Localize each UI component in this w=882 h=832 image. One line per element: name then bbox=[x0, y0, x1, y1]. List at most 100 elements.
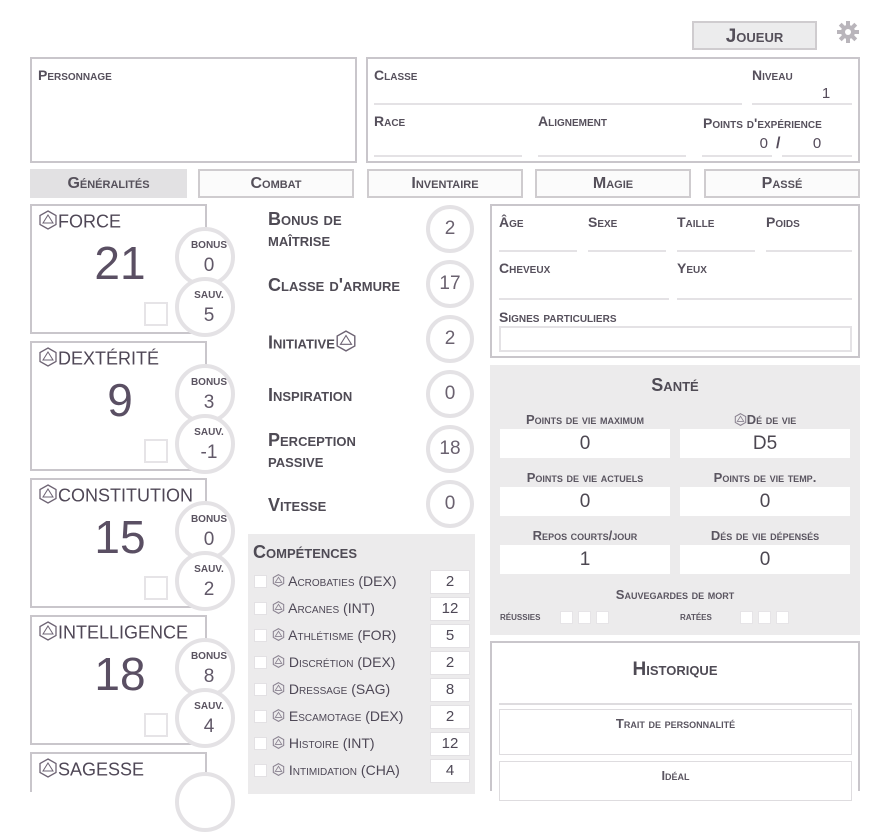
d20-icon[interactable] bbox=[272, 736, 285, 752]
xp-next-field[interactable]: 0 bbox=[782, 135, 852, 157]
d20-icon[interactable] bbox=[272, 655, 285, 671]
race-field[interactable] bbox=[374, 133, 522, 157]
skill-value[interactable]: 4 bbox=[430, 759, 470, 783]
d20-icon[interactable] bbox=[272, 709, 285, 725]
personnage-box[interactable]: Personnage bbox=[30, 57, 357, 163]
player-button[interactable]: Joueur bbox=[692, 21, 817, 50]
alignement-field[interactable] bbox=[538, 133, 686, 157]
ideal-label: Idéal bbox=[661, 768, 690, 783]
gear-icon[interactable] bbox=[836, 20, 860, 44]
niveau-field[interactable]: 1 bbox=[752, 85, 852, 105]
death-save-success-checkbox[interactable] bbox=[596, 611, 609, 624]
de-vie-field[interactable]: D5 bbox=[680, 429, 850, 458]
skill-proficiency-checkbox[interactable] bbox=[254, 737, 267, 750]
stat-circle-vitesse[interactable]: 0 bbox=[426, 480, 474, 528]
ability-score[interactable]: 21 bbox=[72, 236, 168, 290]
death-save-failure-checkbox[interactable] bbox=[740, 611, 753, 624]
skill-value[interactable]: 5 bbox=[430, 624, 470, 648]
stat-circle-inspiration[interactable]: 0 bbox=[426, 370, 474, 418]
skill-name: Intimidation (CHA) bbox=[272, 762, 400, 779]
xp-label: Points d'expérience bbox=[703, 115, 822, 131]
ability-score[interactable]: 18 bbox=[72, 647, 168, 701]
d20-icon[interactable] bbox=[734, 412, 747, 429]
yeux-field[interactable] bbox=[677, 278, 852, 300]
stat-label: Perception passive bbox=[268, 430, 356, 471]
skill-row: Intimidation (CHA) 4 bbox=[252, 758, 474, 784]
skill-value[interactable]: 8 bbox=[430, 678, 470, 702]
skill-value[interactable]: 2 bbox=[430, 705, 470, 729]
death-save-failure-checkbox[interactable] bbox=[758, 611, 771, 624]
ability-name: DEXTÉRITÉ bbox=[38, 347, 159, 372]
skill-proficiency-checkbox[interactable] bbox=[254, 764, 267, 777]
d20-icon[interactable] bbox=[272, 574, 285, 590]
tab-label: Passé bbox=[761, 174, 803, 192]
ability-proficiency-checkbox[interactable] bbox=[144, 302, 168, 326]
tab-passe[interactable]: Passé bbox=[704, 169, 860, 198]
tab-inventaire[interactable]: Inventaire bbox=[367, 169, 523, 198]
taille-field[interactable] bbox=[677, 232, 755, 252]
d20-icon[interactable] bbox=[272, 682, 285, 698]
skill-value[interactable]: 12 bbox=[430, 732, 470, 756]
des-depenses-field[interactable]: 0 bbox=[680, 545, 850, 574]
ability-proficiency-checkbox[interactable] bbox=[144, 713, 168, 737]
ideal-field[interactable]: Idéal bbox=[499, 761, 852, 801]
stat-value: 18 bbox=[439, 438, 461, 459]
cheveux-field[interactable] bbox=[499, 278, 669, 300]
classe-field[interactable] bbox=[374, 85, 742, 105]
trait-field[interactable]: Trait de personnalité bbox=[499, 709, 852, 755]
skill-value[interactable]: 12 bbox=[430, 597, 470, 621]
tab-combat[interactable]: Combat bbox=[198, 169, 354, 198]
bonus-circle[interactable] bbox=[175, 772, 235, 832]
ability-score[interactable]: 9 bbox=[72, 373, 168, 427]
skill-proficiency-checkbox[interactable] bbox=[254, 683, 267, 696]
player-button-label: Joueur bbox=[725, 26, 784, 47]
skill-proficiency-checkbox[interactable] bbox=[254, 575, 267, 588]
skill-proficiency-checkbox[interactable] bbox=[254, 710, 267, 723]
stat-value: 2 bbox=[444, 328, 456, 349]
d20-icon[interactable] bbox=[335, 330, 357, 357]
death-save-success-checkbox[interactable] bbox=[578, 611, 591, 624]
repos-field[interactable]: 1 bbox=[500, 545, 670, 574]
stat-value: 0 bbox=[444, 493, 456, 514]
bonus-value: 0 bbox=[203, 255, 215, 276]
skill-value[interactable]: 2 bbox=[430, 651, 470, 675]
save-circle[interactable]: SAUV. -1 bbox=[175, 414, 235, 474]
save-circle[interactable]: SAUV. 5 bbox=[175, 277, 235, 337]
niveau-value: 1 bbox=[821, 85, 831, 102]
stat-circle-initiative[interactable]: 2 bbox=[426, 315, 474, 363]
pv-max-field[interactable]: 0 bbox=[500, 429, 670, 458]
death-save-success-checkbox[interactable] bbox=[560, 611, 573, 624]
skill-name: Athlétisme (FOR) bbox=[272, 627, 396, 644]
signes-field[interactable] bbox=[499, 326, 852, 352]
ability-proficiency-checkbox[interactable] bbox=[144, 439, 168, 463]
pv-actuels-field[interactable]: 0 bbox=[500, 487, 670, 516]
stat-circle-perception[interactable]: 18 bbox=[426, 425, 474, 473]
pv-actuels-label: Points de vie actuels bbox=[526, 470, 644, 485]
ability-score[interactable]: 15 bbox=[72, 510, 168, 564]
des-depenses-label: Dés de vie dépensés bbox=[710, 528, 820, 543]
skill-proficiency-checkbox[interactable] bbox=[254, 629, 267, 642]
xp-current-field[interactable]: 0 bbox=[702, 135, 772, 157]
ability-proficiency-checkbox[interactable] bbox=[144, 576, 168, 600]
d20-icon[interactable] bbox=[272, 628, 285, 644]
save-circle[interactable]: SAUV. 4 bbox=[175, 688, 235, 748]
d20-icon[interactable] bbox=[272, 601, 285, 617]
skill-value[interactable]: 2 bbox=[430, 570, 470, 594]
sexe-field[interactable] bbox=[588, 232, 666, 252]
save-circle[interactable]: SAUV. 2 bbox=[175, 551, 235, 611]
skill-proficiency-checkbox[interactable] bbox=[254, 602, 267, 615]
stat-label: Classe d'armure bbox=[268, 275, 401, 295]
death-save-failure-checkbox[interactable] bbox=[776, 611, 789, 624]
poids-field[interactable] bbox=[766, 232, 852, 252]
age-field[interactable] bbox=[499, 232, 577, 252]
tab-magie[interactable]: Magie bbox=[535, 169, 691, 198]
pv-temp-field[interactable]: 0 bbox=[680, 487, 850, 516]
stat-circle-armure[interactable]: 17 bbox=[426, 260, 474, 308]
skill-proficiency-checkbox[interactable] bbox=[254, 656, 267, 669]
stat-circle-maitrise[interactable]: 2 bbox=[426, 205, 474, 253]
d20-icon[interactable] bbox=[272, 763, 285, 779]
ratees-label: ratées bbox=[680, 609, 712, 623]
tab-generalites[interactable]: Généralités bbox=[30, 169, 187, 198]
skill-name: Dressage (SAG) bbox=[272, 681, 390, 698]
signes-label: Signes particuliers bbox=[499, 309, 617, 325]
